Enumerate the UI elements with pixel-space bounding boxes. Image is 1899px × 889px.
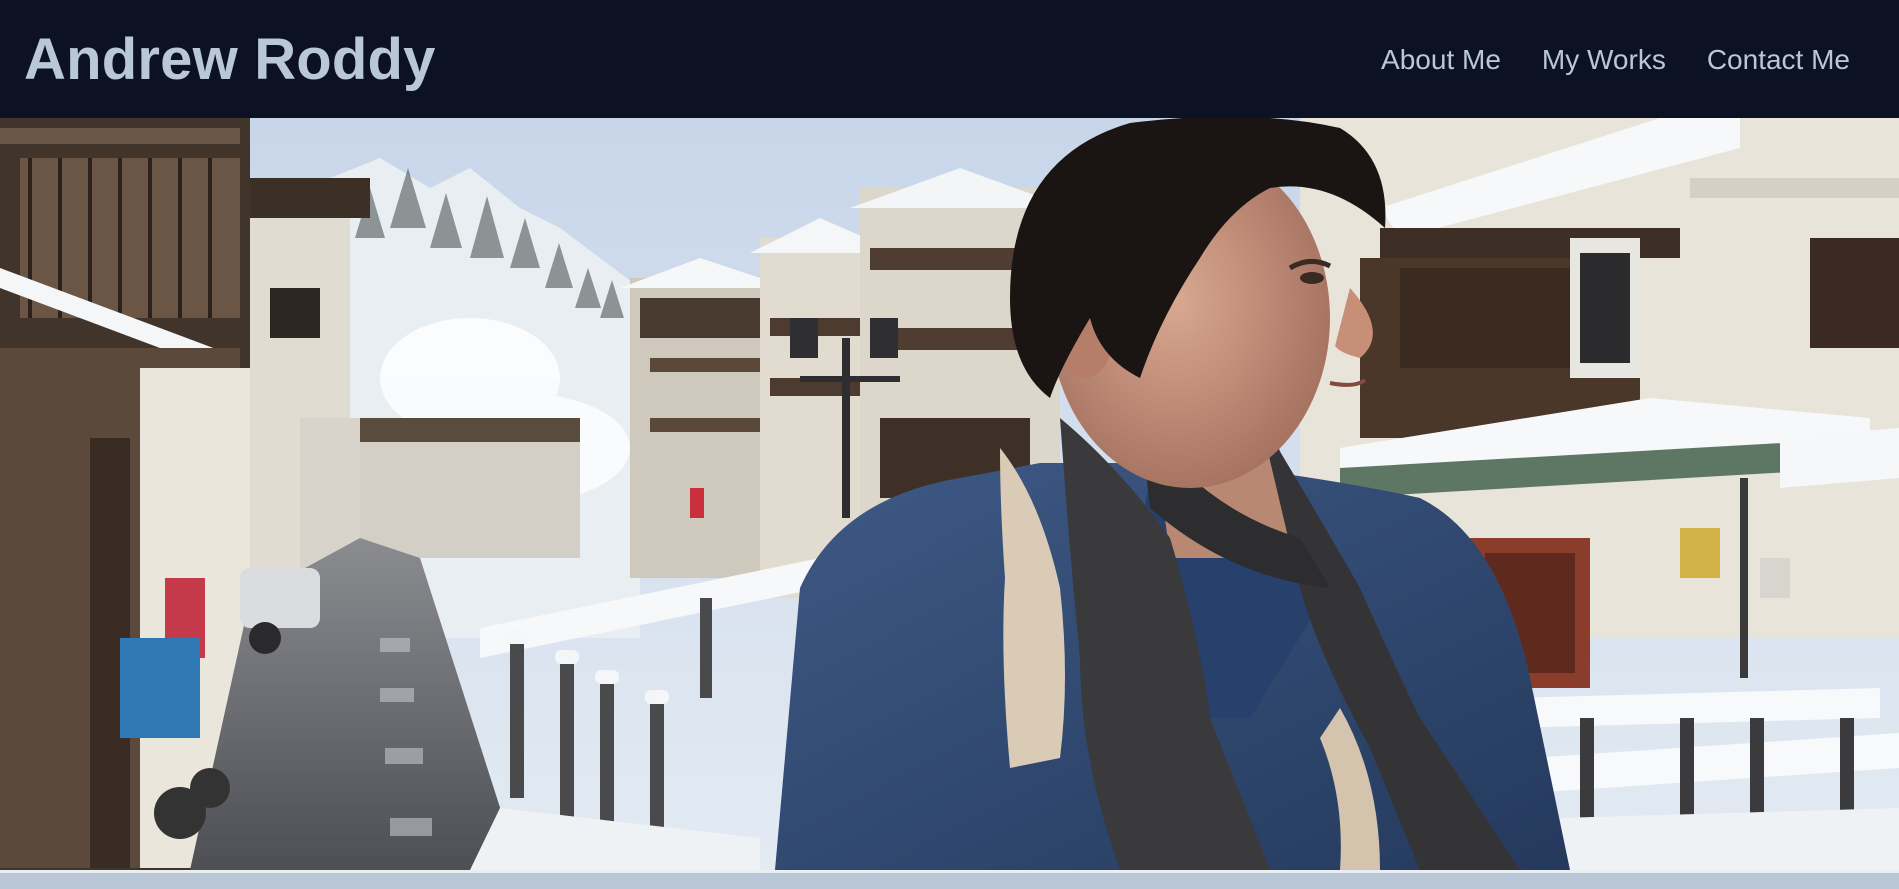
site-title[interactable]: Andrew Roddy <box>24 22 436 98</box>
hero-photo <box>0 118 1899 870</box>
main-nav: About Me My Works Contact Me <box>1381 42 1850 78</box>
nav-contact-me-link[interactable]: Contact Me <box>1707 42 1850 78</box>
hero-banner <box>0 118 1899 870</box>
page-footer-band <box>0 870 1899 889</box>
nav-my-works-link[interactable]: My Works <box>1542 42 1666 78</box>
site-header: Andrew Roddy About Me My Works Contact M… <box>0 0 1899 118</box>
nav-about-me-link[interactable]: About Me <box>1381 42 1501 78</box>
